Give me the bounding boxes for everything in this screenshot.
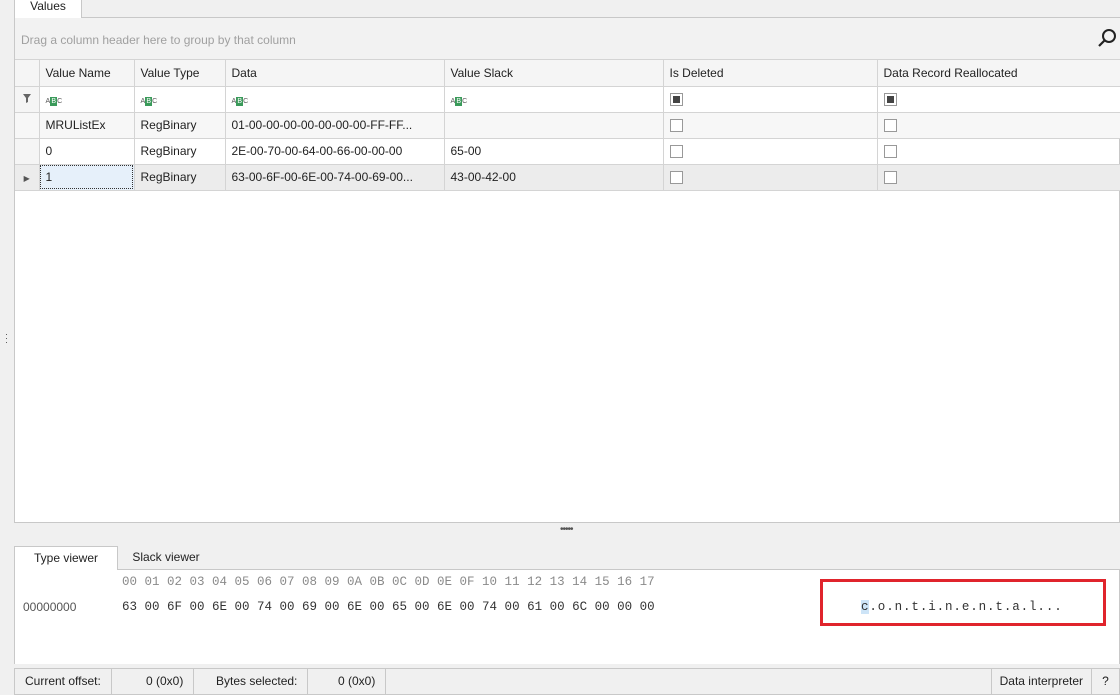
row-indicator — [15, 112, 40, 139]
filter-cell-reallocated[interactable] — [877, 86, 1120, 113]
filter-funnel-icon — [22, 94, 31, 103]
cell-is-deleted[interactable] — [663, 138, 878, 165]
column-header-value-slack[interactable]: Value Slack — [444, 60, 664, 87]
hex-viewer[interactable]: 00 01 02 03 04 05 06 07 08 09 0A 0B 0C 0… — [14, 570, 1120, 664]
group-by-panel[interactable]: Drag a column header here to group by th… — [15, 18, 1120, 60]
data-interpreter-button[interactable]: Data interpreter — [990, 669, 1091, 694]
help-button[interactable]: ? — [1091, 669, 1119, 694]
cell-value-type[interactable]: RegBinary — [134, 112, 226, 139]
hex-bytes[interactable]: 63 00 6F 00 6E 00 74 00 69 00 6E 00 65 0… — [122, 600, 655, 614]
bytes-selected-label: Bytes selected: — [206, 669, 309, 694]
bytes-selected-value: 0 (0x0) — [328, 669, 387, 694]
current-offset-label: Current offset: — [15, 669, 112, 694]
abc-text-filter-icon: ABC — [45, 97, 63, 106]
cell-value-name[interactable]: 0 — [39, 138, 135, 165]
cell-data[interactable]: 2E-00-70-00-64-00-66-00-00-00 — [225, 138, 445, 165]
column-header-value-type[interactable]: Value Type — [134, 60, 226, 87]
cell-value-slack[interactable]: 65-00 — [444, 138, 664, 165]
filter-cell-value-type[interactable]: ABC — [134, 86, 226, 113]
abc-text-filter-icon: ABC — [140, 97, 158, 106]
group-by-hint: Drag a column header here to group by th… — [21, 33, 296, 47]
hex-column-header: 00 01 02 03 04 05 06 07 08 09 0A 0B 0C 0… — [122, 575, 655, 589]
cell-is-deleted[interactable] — [663, 164, 878, 191]
table-header-row: Value Name Value Type Data Value Slack I… — [15, 60, 1120, 87]
table-row[interactable]: MRUListEx RegBinary 01-00-00-00-00-00-00… — [15, 112, 1120, 139]
is-deleted-checkbox[interactable] — [669, 119, 683, 133]
status-bar: Current offset: 0 (0x0) Bytes selected: … — [14, 668, 1120, 695]
cell-reallocated[interactable] — [877, 112, 1120, 139]
cell-data[interactable]: 01-00-00-00-00-00-00-00-FF-FF... — [225, 112, 445, 139]
filter-checkbox-reallocated[interactable] — [883, 93, 897, 107]
filter-row: ABC ABC ABC ABC — [15, 86, 1120, 113]
cell-value-name[interactable]: MRUListEx — [39, 112, 135, 139]
row-indicator — [15, 138, 40, 165]
cell-value-slack[interactable]: 43-00-42-00 — [444, 164, 664, 191]
column-header-data[interactable]: Data — [225, 60, 445, 87]
cell-reallocated[interactable] — [877, 138, 1120, 165]
viewer-tab-strip: Type viewer Slack viewer — [14, 544, 1120, 570]
values-table: Value Name Value Type Data Value Slack I… — [15, 60, 1120, 191]
reallocated-checkbox[interactable] — [883, 171, 897, 185]
current-row-arrow-icon: ▶ — [23, 174, 30, 183]
column-header-is-deleted[interactable]: Is Deleted — [663, 60, 878, 87]
tab-type-viewer[interactable]: Type viewer — [14, 546, 118, 570]
is-deleted-checkbox[interactable] — [669, 171, 683, 185]
cell-value-type[interactable]: RegBinary — [134, 138, 226, 165]
filter-cell-value-name[interactable]: ABC — [39, 86, 135, 113]
abc-text-filter-icon: ABC — [450, 97, 468, 106]
cell-value-name[interactable]: 1 — [39, 164, 135, 191]
filter-cell-data[interactable]: ABC — [225, 86, 445, 113]
red-highlight-box — [820, 579, 1106, 626]
reallocated-checkbox[interactable] — [883, 119, 897, 133]
cell-reallocated[interactable] — [877, 164, 1120, 191]
filter-checkbox-is-deleted[interactable] — [669, 93, 683, 107]
left-panel-splitter[interactable]: · · · — [0, 0, 14, 695]
values-grid-panel: Drag a column header here to group by th… — [14, 18, 1120, 523]
abc-text-filter-icon: ABC — [231, 97, 249, 106]
current-offset-value: 0 (0x0) — [136, 669, 195, 694]
cell-data[interactable]: 63-00-6F-00-6E-00-74-00-69-00... — [225, 164, 445, 191]
splitter-grip-icon: · · · — [5, 329, 8, 347]
search-icon[interactable] — [1097, 27, 1119, 49]
filter-cell-is-deleted[interactable] — [663, 86, 878, 113]
tab-slack-viewer[interactable]: Slack viewer — [118, 546, 214, 570]
cell-value-type[interactable]: RegBinary — [134, 164, 226, 191]
reallocated-checkbox[interactable] — [883, 145, 897, 159]
values-tab-strip: Values — [14, 0, 1120, 18]
cell-is-deleted[interactable] — [663, 112, 878, 139]
horizontal-splitter-grip-icon[interactable]: ••••• — [560, 524, 573, 535]
is-deleted-checkbox[interactable] — [669, 145, 683, 159]
row-indicator-header — [15, 60, 40, 87]
filter-cell-value-slack[interactable]: ABC — [444, 86, 664, 113]
hex-offset: 00000000 — [23, 600, 77, 614]
cell-value-slack[interactable] — [444, 112, 664, 139]
column-header-value-name[interactable]: Value Name — [39, 60, 135, 87]
column-header-data-record-reallocated[interactable]: Data Record Reallocated — [877, 60, 1120, 87]
table-row[interactable]: 0 RegBinary 2E-00-70-00-64-00-66-00-00-0… — [15, 138, 1120, 165]
filter-row-indicator — [15, 86, 40, 113]
table-row-selected[interactable]: ▶ 1 RegBinary 63-00-6F-00-6E-00-74-00-69… — [15, 164, 1120, 191]
row-indicator: ▶ — [15, 164, 40, 191]
tab-values[interactable]: Values — [14, 0, 82, 18]
